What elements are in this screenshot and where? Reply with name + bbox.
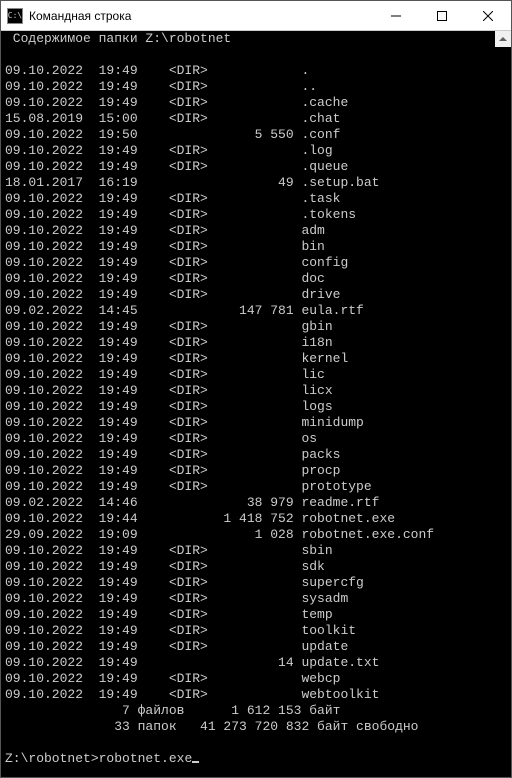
prompt-command[interactable]: robotnet.exe: [99, 751, 193, 766]
prompt-path: Z:\robotnet>: [5, 751, 99, 766]
app-icon: C:\: [7, 8, 23, 24]
window: C:\ Командная строка Содержимое папки Z:…: [0, 0, 512, 778]
scroll-up-icon[interactable]: [495, 31, 511, 47]
close-button[interactable]: [465, 1, 511, 30]
terminal-output[interactable]: Содержимое папки Z:\robotnet 09.10.2022 …: [1, 31, 511, 777]
scrollbar[interactable]: [495, 31, 511, 47]
cursor: [192, 761, 199, 763]
window-title: Командная строка: [29, 9, 373, 23]
maximize-button[interactable]: [419, 1, 465, 30]
prompt-line[interactable]: Z:\robotnet>robotnet.exe: [5, 751, 199, 766]
titlebar[interactable]: C:\ Командная строка: [1, 1, 511, 31]
minimize-button[interactable]: [373, 1, 419, 30]
